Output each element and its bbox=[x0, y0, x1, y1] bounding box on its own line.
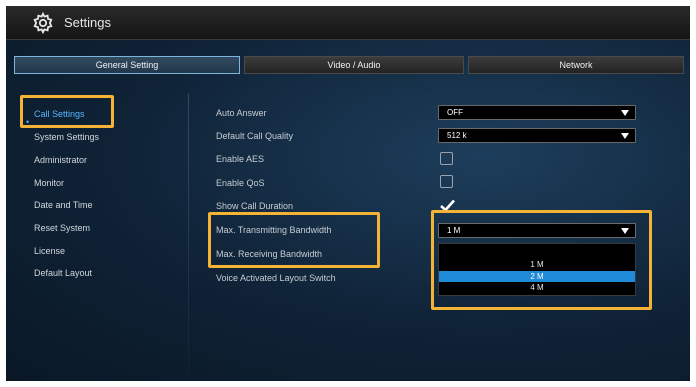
sidebar-item-reset-system[interactable]: Reset System bbox=[34, 223, 90, 233]
chevron-down-icon bbox=[621, 110, 629, 116]
dropdown-option-2m[interactable]: 2 M bbox=[439, 271, 635, 282]
max-rx-bandwidth-label: Max. Receiving Bandwidth bbox=[216, 249, 323, 259]
dropdown-option-4m[interactable]: 4 M bbox=[439, 282, 635, 293]
enable-aes-checkbox[interactable] bbox=[440, 152, 453, 165]
sidebar-item-administrator[interactable]: Administrator bbox=[34, 155, 87, 165]
tab-general-setting[interactable]: General Setting bbox=[14, 56, 240, 74]
voice-activated-layout-label: Voice Activated Layout Switch bbox=[216, 273, 336, 283]
page-title: Settings bbox=[64, 15, 111, 30]
default-call-quality-select[interactable]: 512 k bbox=[438, 128, 636, 143]
bandwidth-dropdown-list: 1 M 2 M 4 M bbox=[438, 243, 636, 296]
sidebar-item-call-settings[interactable]: Call Settings bbox=[34, 109, 85, 119]
title-bar: Settings bbox=[6, 6, 690, 40]
settings-window: Settings General Setting Video / Audio N… bbox=[6, 6, 690, 381]
sidebar-item-default-layout[interactable]: Default Layout bbox=[34, 268, 92, 278]
enable-aes-label: Enable AES bbox=[216, 154, 265, 164]
sidebar-item-system-settings[interactable]: System Settings bbox=[34, 132, 99, 142]
tab-bar: General Setting Video / Audio Network bbox=[14, 56, 684, 74]
active-item-bullet: • bbox=[26, 117, 30, 127]
highlight-box-bandwidth-labels bbox=[208, 212, 380, 268]
chevron-down-icon bbox=[621, 228, 629, 234]
sidebar-item-date-and-time[interactable]: Date and Time bbox=[34, 200, 93, 210]
show-call-duration-label: Show Call Duration bbox=[216, 201, 294, 211]
auto-answer-label: Auto Answer bbox=[216, 108, 267, 118]
sidebar-item-monitor[interactable]: Monitor bbox=[34, 178, 64, 188]
sidebar-divider bbox=[188, 94, 189, 376]
max-tx-bandwidth-select[interactable]: 1 M bbox=[438, 223, 636, 238]
dropdown-option-1m[interactable]: 1 M bbox=[439, 259, 635, 270]
sidebar-item-license[interactable]: License bbox=[34, 246, 65, 256]
show-call-duration-checkbox[interactable] bbox=[440, 199, 455, 212]
gear-icon bbox=[33, 12, 53, 34]
max-tx-bandwidth-value: 1 M bbox=[447, 226, 461, 235]
enable-qos-label: Enable QoS bbox=[216, 178, 265, 188]
enable-qos-checkbox[interactable] bbox=[440, 175, 453, 188]
tab-network[interactable]: Network bbox=[468, 56, 684, 74]
max-tx-bandwidth-label: Max. Transmitting Bandwidth bbox=[216, 225, 332, 235]
tab-video-audio[interactable]: Video / Audio bbox=[244, 56, 464, 74]
auto-answer-value: OFF bbox=[447, 108, 463, 117]
chevron-down-icon bbox=[621, 133, 629, 139]
default-call-quality-label: Default Call Quality bbox=[216, 131, 294, 141]
auto-answer-select[interactable]: OFF bbox=[438, 105, 636, 120]
default-call-quality-value: 512 k bbox=[447, 131, 467, 140]
